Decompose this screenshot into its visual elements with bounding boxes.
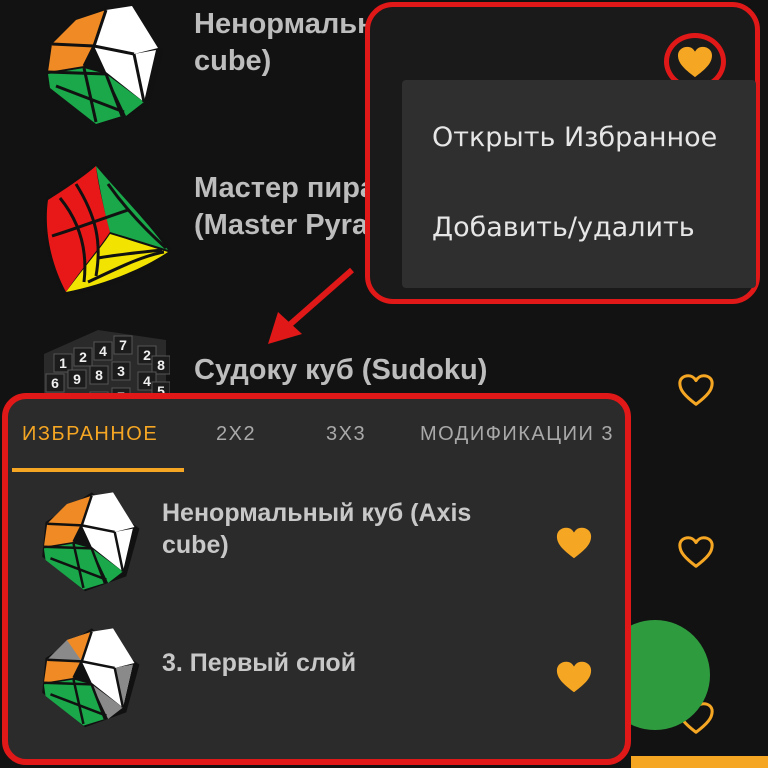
menu-item-open-favorites[interactable]: Открыть Избранное xyxy=(432,122,717,153)
list-item-sudoku-cube[interactable]: 1247698353972845 Судоку куб (Sudoku) xyxy=(0,320,768,404)
sudoku-digit: 4 xyxy=(99,343,107,359)
favorite-title-axis-cube: Ненормальный куб (Axis cube) xyxy=(162,499,472,559)
heart-filled-icon[interactable] xyxy=(552,655,596,699)
favorite-item-axis-cube[interactable]: Ненормальный куб (Axis cube) xyxy=(8,483,625,603)
sudoku-digit: 7 xyxy=(119,337,127,353)
bottom-accent-bar xyxy=(631,756,768,768)
tab-3x3[interactable]: 3X3 xyxy=(326,423,366,446)
sudoku-digit: 9 xyxy=(73,371,81,387)
axis-cube-first-layer-image xyxy=(42,628,140,728)
sudoku-digit: 2 xyxy=(143,347,151,363)
favorite-item-first-layer[interactable]: 3. Первый слой xyxy=(8,619,625,739)
tab-2x2[interactable]: 2X2 xyxy=(216,423,256,446)
favorite-heart-icon[interactable] xyxy=(674,530,718,574)
favorites-panel: ИЗБРАННОЕ 2X2 3X3 МОДИФИКАЦИИ 3 Ненормал… xyxy=(2,393,631,765)
arrow-annotation-icon xyxy=(268,267,354,344)
active-tab-indicator xyxy=(12,468,184,472)
sudoku-digit: 8 xyxy=(95,367,103,383)
sudoku-digit: 6 xyxy=(51,375,59,391)
sudoku-digit: 1 xyxy=(59,355,67,371)
menu-item-add-remove[interactable]: Добавить/удалить xyxy=(432,212,695,243)
favorites-dropdown-menu: Открыть Избранное Добавить/удалить xyxy=(402,80,756,288)
sudoku-digit: 8 xyxy=(157,357,165,373)
favorite-title-first-layer: 3. Первый слой xyxy=(162,649,357,677)
sudoku-digit: 3 xyxy=(117,363,125,379)
sudoku-digit: 4 xyxy=(143,373,151,389)
puzzle-title-sudoku-cube: Судоку куб (Sudoku) xyxy=(194,354,488,386)
sudoku-cube-image: 1247698353972845 xyxy=(44,330,170,404)
heart-filled-icon xyxy=(678,46,712,77)
axis-cube-image xyxy=(42,492,140,592)
tab-modifications[interactable]: МОДИФИКАЦИИ 3 xyxy=(420,423,614,446)
favorite-heart-icon[interactable] xyxy=(674,368,718,412)
heart-filled-icon[interactable] xyxy=(552,521,596,565)
tab-favorites[interactable]: ИЗБРАННОЕ xyxy=(22,423,158,446)
sudoku-digit: 2 xyxy=(79,349,87,365)
master-pyraminx-image xyxy=(44,162,172,296)
axis-cube-image xyxy=(46,6,164,126)
